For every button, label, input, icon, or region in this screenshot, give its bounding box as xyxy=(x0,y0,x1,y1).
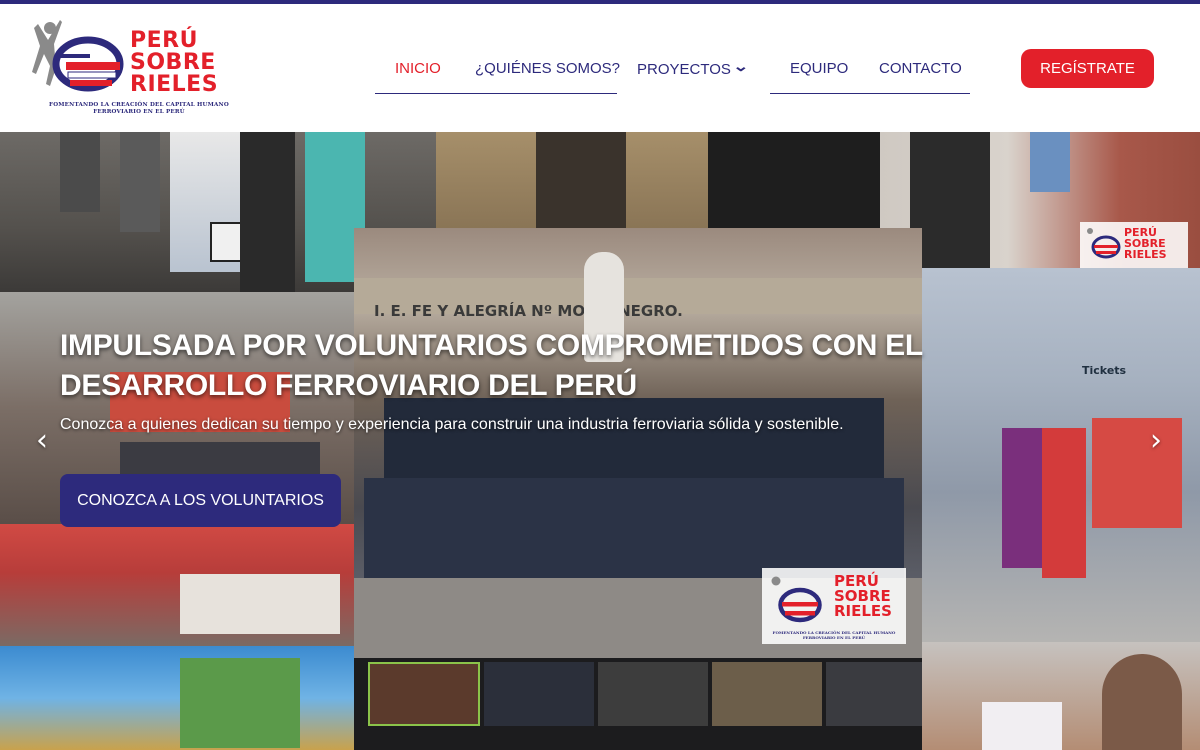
collage-photo-group-2 xyxy=(0,524,354,646)
logo-word-1: PERÚ xyxy=(130,28,198,53)
nav-item-proyectos[interactable]: PROYECTOS xyxy=(637,61,731,78)
photo-watermark-large: PERÚ SOBRE RIELES FOMENTANDO LA CREACIÓN… xyxy=(762,568,906,644)
nav-item-quienes-somos[interactable]: ¿QUIÉNES SOMOS? xyxy=(475,60,620,77)
register-button[interactable]: REGÍSTRATE xyxy=(1021,49,1154,88)
photo-watermark-small: PERÚ SOBRE RIELES xyxy=(1080,222,1188,268)
logo-emblem-icon xyxy=(771,576,822,623)
logo-tagline: FOMENTANDO LA CREACIÓN DEL CAPITAL HUMAN… xyxy=(49,102,229,115)
logo-word-2: SOBRE xyxy=(130,50,216,75)
chevron-down-icon[interactable]: ⌄ xyxy=(733,58,749,75)
watermark-tagline: FOMENTANDO LA CREACIÓN DEL CAPITAL HUMAN… xyxy=(772,630,896,640)
collage-photo-portrait xyxy=(922,642,1200,750)
site-header: PERÚ SOBRE RIELES FOMENTANDO LA CREACIÓN… xyxy=(0,4,1200,132)
chevron-right-icon[interactable]: › xyxy=(1150,426,1162,456)
logo-emblem-icon xyxy=(1087,228,1121,259)
chevron-left-icon[interactable]: ‹ xyxy=(36,426,48,456)
nav-item-inicio[interactable]: INICIO xyxy=(395,60,441,77)
watermark-word-3: RIELES xyxy=(1124,248,1167,261)
nav-item-contacto[interactable]: CONTACTO xyxy=(879,60,962,77)
collage-photo-school xyxy=(0,646,354,750)
collage-photo-event-2 xyxy=(436,132,708,228)
collage-photo-virtual-meeting xyxy=(354,658,922,750)
nav-divider-right xyxy=(770,93,970,94)
hero-slider: I. E. FE Y ALEGRÍA Nº MONTENEGRO. Ticket… xyxy=(0,132,1200,750)
hero-title: IMPULSADA POR VOLUNTARIOS COMPROMETIDOS … xyxy=(60,329,923,402)
watermark-word-3: RIELES xyxy=(834,602,892,620)
meet-volunteers-button[interactable]: CONOZCA A LOS VOLUNTARIOS xyxy=(60,474,341,527)
logo-wordmark: PERÚ SOBRE RIELES xyxy=(130,30,218,96)
logo-word-3: RIELES xyxy=(130,72,219,97)
nav-divider-left xyxy=(375,93,617,94)
site-logo[interactable]: PERÚ SOBRE RIELES FOMENTANDO LA CREACIÓN… xyxy=(30,16,235,124)
hero-subtitle: Conozca a quienes dedican su tiempo y ex… xyxy=(60,416,844,433)
nav-item-equipo[interactable]: EQUIPO xyxy=(790,60,848,77)
logo-emblem-icon xyxy=(32,20,124,92)
